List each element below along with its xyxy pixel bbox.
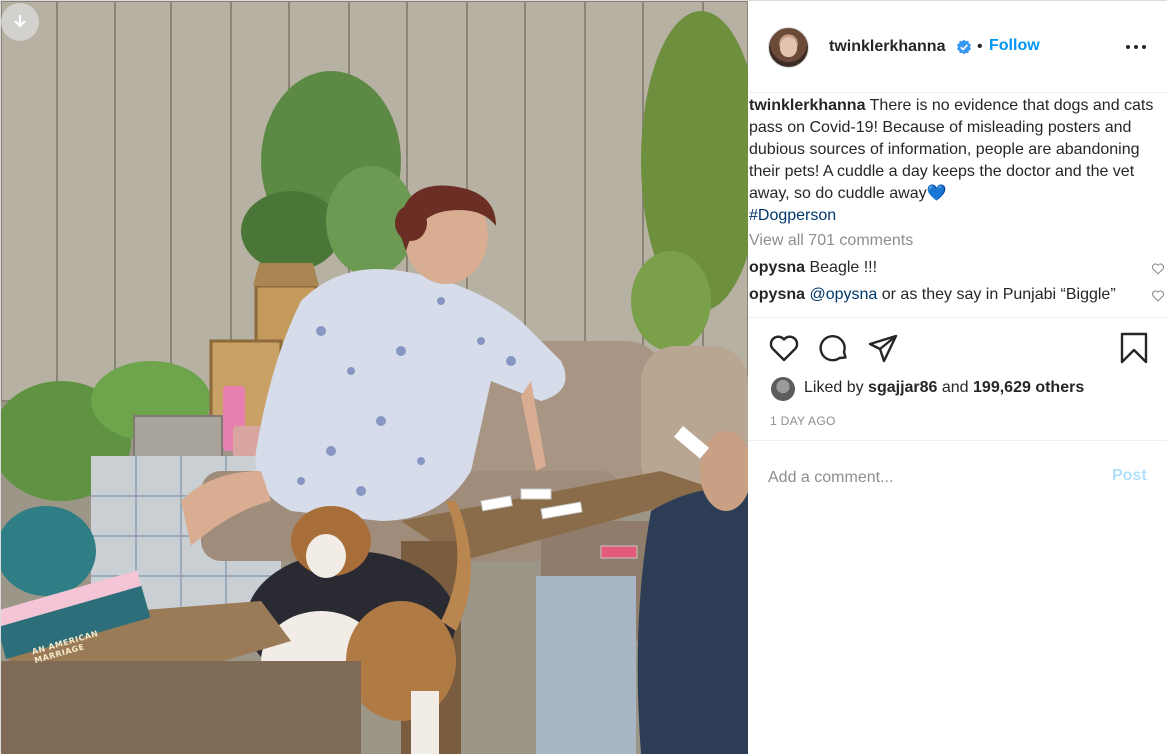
follow-button[interactable]: Follow [989,37,1040,55]
blue-heart-emoji: 💙 [926,185,947,202]
comment-icon[interactable] [818,332,850,364]
post-actions: Liked by sgajjar86 and 199,629 others 1 … [748,317,1167,441]
download-overlay-icon[interactable] [1,3,39,41]
caption-username[interactable]: twinklerkhanna [749,97,865,114]
add-comment-section: Post [748,442,1167,514]
header-separator: • [977,38,983,55]
liked-by-user[interactable]: sgajjar86 [868,379,937,396]
bookmark-icon[interactable] [1118,332,1150,364]
author-username[interactable]: twinklerkhanna [829,38,945,56]
comment-text: or as they say in Punjabi “Biggle” [877,286,1116,303]
comment-username[interactable]: opysna [749,286,805,303]
comments-section: twinklerkhanna There is no evidence that… [748,94,1167,316]
comment-heart-icon[interactable] [1151,290,1165,302]
post-header: twinklerkhanna • Follow [748,1,1167,93]
instagram-post: AN AMERICAN MARRIAGE twinklerkhanna • Fo… [0,0,1167,754]
liked-by-prefix: Liked by [804,379,869,396]
share-icon[interactable] [867,332,899,364]
post-photo[interactable]: AN AMERICAN MARRIAGE [1,1,748,754]
author-avatar[interactable] [768,27,809,68]
caption-hashtag[interactable]: #Dogperson [749,205,1163,227]
view-all-comments-link[interactable]: View all 701 comments [749,232,913,250]
liked-by-middle: and [937,379,974,396]
post-sidebar: twinklerkhanna • Follow twinklerkhanna T… [748,1,1167,753]
avatar-face [780,37,797,57]
heart-icon[interactable] [768,332,800,364]
comment-text: Beagle !!! [809,259,878,276]
comment-item: opysna @opysna or as they say in Punjabi… [749,284,1167,306]
comment-item: opysna Beagle !!! [749,257,1167,279]
verified-badge-icon [957,39,971,55]
comment-input[interactable] [768,467,1098,489]
more-options-icon[interactable] [1126,45,1146,51]
liked-by-text: Liked by sgajjar86 and 199,629 others [804,379,1084,397]
comment-mention[interactable]: @opysna [809,286,877,303]
liked-by-avatar[interactable] [771,377,795,401]
post-timestamp[interactable]: 1 DAY AGO [770,414,836,428]
post-caption: twinklerkhanna There is no evidence that… [749,95,1163,227]
likes-count-link[interactable]: 199,629 others [973,379,1084,396]
post-comment-button[interactable]: Post [1112,467,1147,485]
comment-heart-icon[interactable] [1151,263,1165,275]
comment-username[interactable]: opysna [749,259,805,276]
